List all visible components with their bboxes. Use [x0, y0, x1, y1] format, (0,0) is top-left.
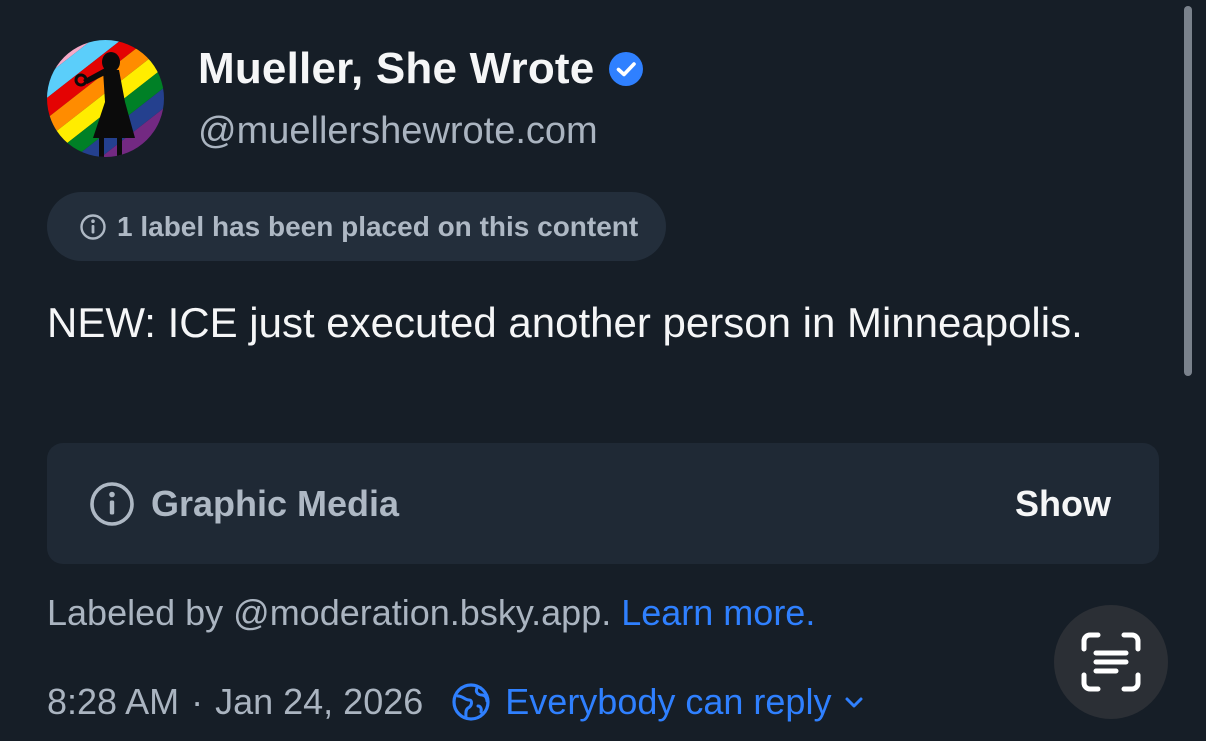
- scrollbar[interactable]: [1184, 6, 1192, 376]
- labeled-by-text: Labeled by @moderation.bsky.app.: [47, 592, 612, 633]
- media-warning-label: Graphic Media: [151, 482, 400, 524]
- text-scan-icon: [1081, 632, 1141, 692]
- label-notice-text: 1 label has been placed on this content: [117, 210, 639, 242]
- chevron-down-icon: [845, 697, 863, 708]
- avatar[interactable]: [47, 40, 164, 157]
- content-label-pill[interactable]: 1 label has been placed on this content: [47, 192, 667, 261]
- info-circle-icon: [90, 481, 134, 526]
- info-circle-icon: [80, 213, 106, 240]
- post-text: NEW: ICE just executed another person in…: [47, 299, 1083, 346]
- avatar-image: [47, 40, 164, 157]
- learn-more-link[interactable]: Learn more.: [621, 592, 815, 633]
- author-name[interactable]: Mueller, She Wrote: [198, 44, 644, 94]
- post-date: Jan 24, 2026: [215, 681, 424, 722]
- post-meta: 8:28 AM · Jan 24, 2026 Everybody can rep…: [47, 681, 865, 723]
- reply-setting-button[interactable]: Everybody can reply: [451, 681, 865, 723]
- graphic-media-warning[interactable]: Graphic Media Show: [47, 443, 1159, 564]
- labeled-by-line: Labeled by @moderation.bsky.app. Learn mo…: [47, 592, 815, 634]
- author-handle[interactable]: @muellershewrote.com: [198, 110, 598, 153]
- author-name-text: Mueller, She Wrote: [198, 44, 595, 93]
- reply-setting-text: Everybody can reply: [505, 681, 832, 722]
- text-scan-button[interactable]: [1054, 605, 1168, 719]
- verified-badge-icon[interactable]: [608, 51, 644, 87]
- meta-separator: ·: [191, 681, 204, 722]
- globe-icon: [452, 683, 490, 721]
- post-thread-view: Mueller, She Wrote @muellershewrote.com …: [0, 0, 1206, 741]
- post-time: 8:28 AM: [47, 681, 180, 722]
- show-media-button[interactable]: Show: [1015, 483, 1111, 525]
